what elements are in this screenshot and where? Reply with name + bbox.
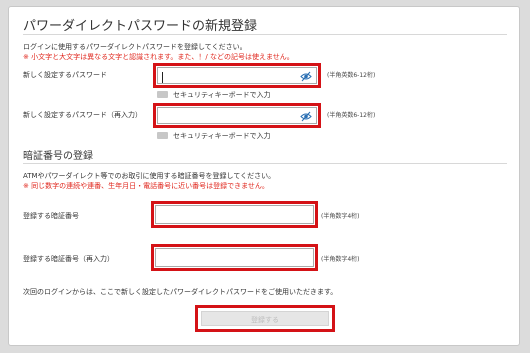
confirm-pin-note: (半角数字4桁) <box>321 256 360 263</box>
registration-panel: パワーダイレクトパスワードの新規登録 ログインに使用するパワーダイレクトパスワー… <box>8 6 520 346</box>
security-keyboard-label[interactable]: セキュリティキーボードで入力 <box>173 90 271 100</box>
submit-highlight: 登録する <box>195 305 335 332</box>
eye-slash-icon[interactable] <box>300 111 312 122</box>
confirm-pin-label: 登録する暗証番号（再入力） <box>23 255 114 263</box>
pin-label: 登録する暗証番号 <box>23 212 79 220</box>
new-password-input[interactable] <box>157 67 317 84</box>
title-divider <box>23 34 507 35</box>
pin-highlight <box>151 201 318 228</box>
keyboard-checkbox[interactable] <box>157 91 168 98</box>
confirm-password-input[interactable] <box>157 107 317 124</box>
confirm-pin-highlight <box>151 244 318 271</box>
keyboard-checkbox[interactable] <box>157 132 168 139</box>
pin-note: (半角数字4桁) <box>321 213 360 220</box>
confirm-password-label: 新しく設定するパスワード（再入力） <box>23 111 142 119</box>
pin-warning: ※ 同じ数字の連続や連番、生年月日・電話番号に近い番号は登録できません。 <box>23 182 269 190</box>
pin-section-title: 暗証番号の登録 <box>23 151 93 162</box>
pin-input[interactable] <box>155 205 314 224</box>
confirm-pin-input[interactable] <box>155 248 314 267</box>
page-title: パワーダイレクトパスワードの新規登録 <box>23 19 258 34</box>
new-password-note: (半角英数6-12桁) <box>327 72 376 79</box>
confirm-password-note: (半角英数6-12桁) <box>327 112 376 119</box>
password-description: ログインに使用するパワーダイレクトパスワードを登録してください。 <box>23 43 247 51</box>
new-password-label: 新しく設定するパスワード <box>23 71 107 79</box>
password-warning: ※ 小文字と大文字は異なる文字と認識されます。また、！/ などの記号は使えません… <box>23 53 294 61</box>
confirm-password-highlight <box>153 103 321 128</box>
pin-section-divider <box>23 163 507 164</box>
new-password-highlight <box>153 63 321 88</box>
eye-slash-icon[interactable] <box>300 71 312 82</box>
security-keyboard-label[interactable]: セキュリティキーボードで入力 <box>173 131 271 141</box>
text-caret <box>162 72 163 83</box>
pin-description: ATMやパワーダイレクト等でのお取引に使用する暗証番号を登録してください。 <box>23 172 276 180</box>
register-button[interactable]: 登録する <box>201 311 329 326</box>
login-notice: 次回のログインからは、ここで新しく設定したパワーダイレクトパスワードをご使用いた… <box>23 288 338 296</box>
